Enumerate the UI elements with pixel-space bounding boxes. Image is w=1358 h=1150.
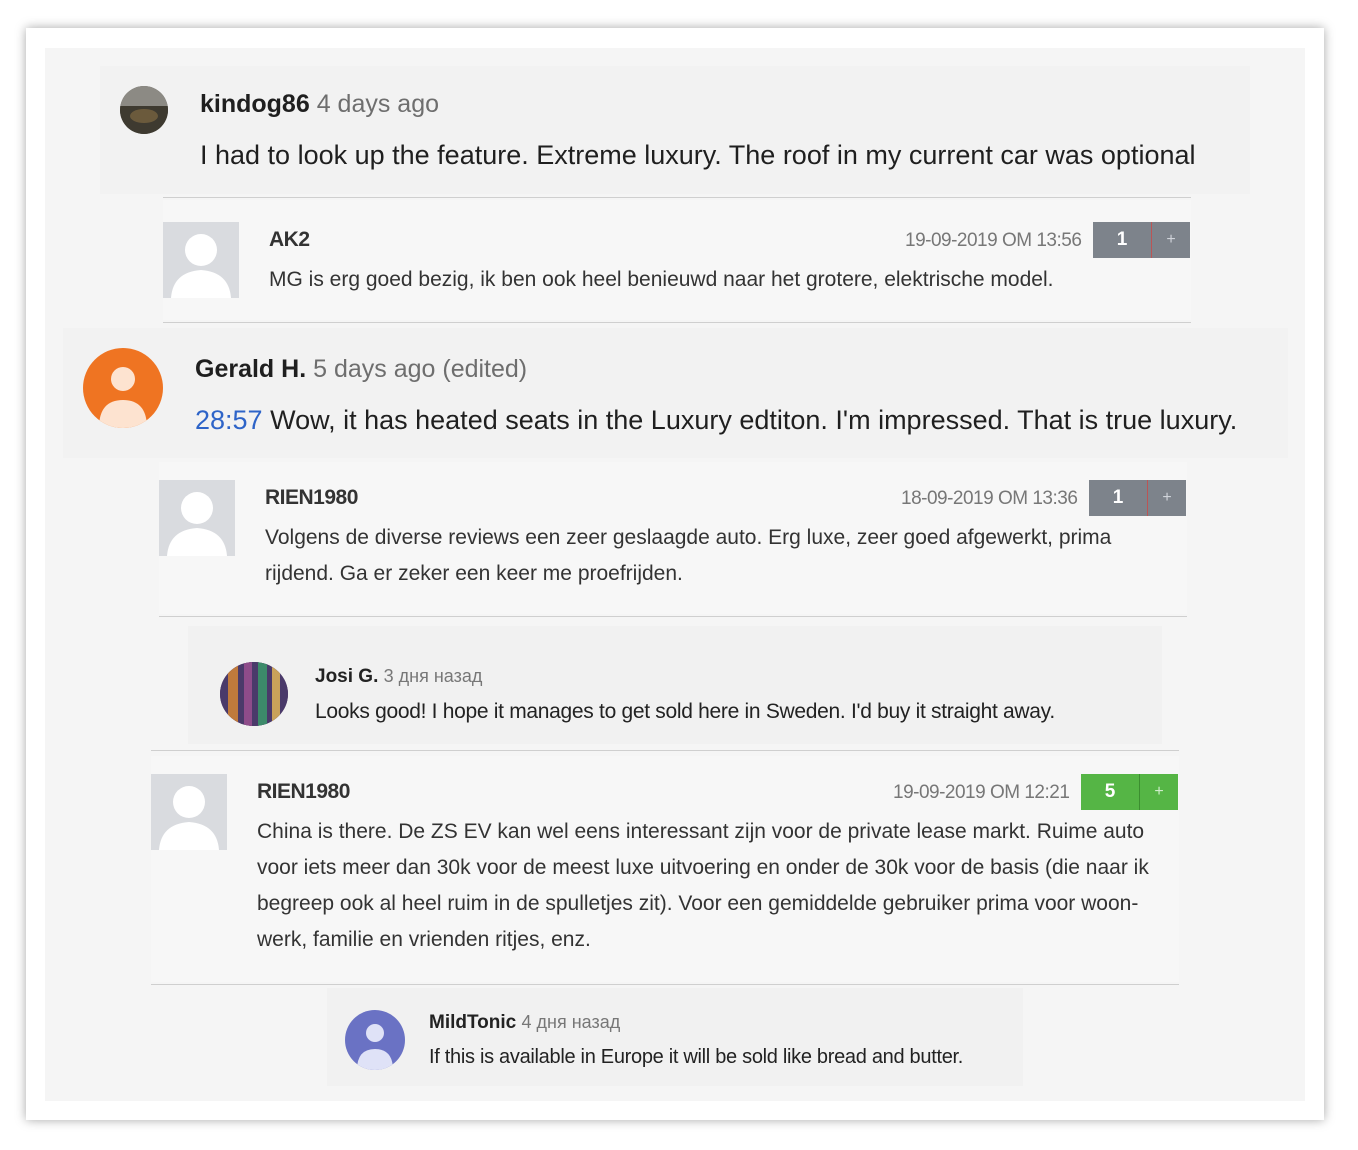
comment-text: Volgens de diverse reviews een zeer gesl…: [265, 526, 1112, 585]
divider: [163, 197, 1191, 198]
comment-date: 19-09-2019 OM 12:21: [893, 782, 1070, 803]
avatar[interactable]: [220, 662, 288, 726]
vote-count: 1: [1093, 222, 1151, 258]
comment-text: If this is available in Europe it will b…: [429, 1046, 964, 1068]
avatar: [163, 222, 239, 298]
divider: [163, 322, 1191, 323]
divider: [151, 750, 1179, 751]
comment-text: Wow, it has heated seats in the Luxury e…: [262, 405, 1238, 435]
comment-author-line: Josi G. 3 дня назад: [315, 666, 482, 688]
author-name[interactable]: AK2: [269, 228, 310, 252]
divider: [151, 984, 1179, 985]
comment-time[interactable]: 3 дня назад: [384, 666, 483, 686]
comment-text: Looks good! I hope it manages to get sol…: [315, 700, 1055, 723]
comment-text: MG is erg goed bezig, ik ben ook heel be…: [269, 268, 1054, 291]
upvote-button[interactable]: +: [1151, 222, 1190, 258]
default-user-icon: [167, 492, 227, 556]
author-name[interactable]: RIEN1980: [257, 780, 350, 804]
avatar[interactable]: [83, 348, 163, 428]
comment-date: 18-09-2019 OM 13:36: [901, 488, 1078, 509]
comment-date: 19-09-2019 OM 13:56: [905, 230, 1082, 251]
comment-mildtonic: MildTonic 4 дня назад If this is availab…: [327, 988, 1023, 1086]
avatar: [159, 480, 235, 556]
comment-gerald-h: Gerald H. 5 days ago (edited) 28:57 Wow,…: [63, 328, 1288, 458]
comment-rien1980: RIEN1980 18-09-2019 OM 13:36 1 + Volgens…: [159, 462, 1187, 614]
default-user-icon: [159, 786, 219, 850]
upvote-button[interactable]: +: [1147, 480, 1186, 516]
author-name[interactable]: kindog86: [200, 90, 310, 118]
default-person-icon: [357, 1024, 393, 1070]
comment-rien1980-2: RIEN1980 19-09-2019 OM 12:21 5 + China i…: [151, 756, 1179, 982]
comment-ak2: AK2 19-09-2019 OM 13:56 1 + MG is erg go…: [163, 200, 1191, 320]
vote-count: 5: [1081, 774, 1139, 810]
avatar[interactable]: [120, 86, 168, 134]
comment-text: I had to look up the feature. Extreme lu…: [200, 140, 1196, 170]
divider: [159, 616, 1187, 617]
comment-time[interactable]: 4 дня назад: [522, 1012, 621, 1032]
comment-time[interactable]: 4 days ago: [317, 90, 439, 118]
landscape-avatar-icon: [120, 86, 168, 134]
avatar[interactable]: [345, 1010, 405, 1070]
vote-widget: 5 +: [1081, 774, 1178, 810]
comment-author-line: Gerald H. 5 days ago (edited): [195, 355, 527, 384]
upvote-button[interactable]: +: [1139, 774, 1178, 810]
vote-widget: 1 +: [1089, 480, 1186, 516]
comment-author-line: kindog86 4 days ago: [200, 90, 439, 119]
comment-text-line: 28:57 Wow, it has heated seats in the Lu…: [195, 405, 1237, 436]
vote-count: 1: [1089, 480, 1147, 516]
colorful-avatar-icon: [220, 662, 288, 726]
author-name[interactable]: Gerald H.: [195, 355, 306, 383]
avatar: [151, 774, 227, 850]
default-user-icon: [171, 234, 231, 298]
vote-widget: 1 +: [1093, 222, 1190, 258]
comment-text: China is there. De ZS EV kan wel eens in…: [257, 820, 1149, 951]
comment-josi-g: Josi G. 3 дня назад Looks good! I hope i…: [188, 626, 1162, 744]
author-name[interactable]: Josi G.: [315, 666, 378, 687]
video-timestamp-link[interactable]: 28:57: [195, 405, 263, 435]
default-person-icon: [99, 367, 147, 428]
comment-kindog86: kindog86 4 days ago I had to look up the…: [100, 66, 1250, 194]
author-name[interactable]: RIEN1980: [265, 486, 358, 510]
comment-time[interactable]: 5 days ago (edited): [313, 355, 527, 383]
comment-author-line: MildTonic 4 дня назад: [429, 1012, 620, 1034]
comments-collage: kindog86 4 days ago I had to look up the…: [45, 48, 1305, 1101]
author-name[interactable]: MildTonic: [429, 1012, 516, 1033]
